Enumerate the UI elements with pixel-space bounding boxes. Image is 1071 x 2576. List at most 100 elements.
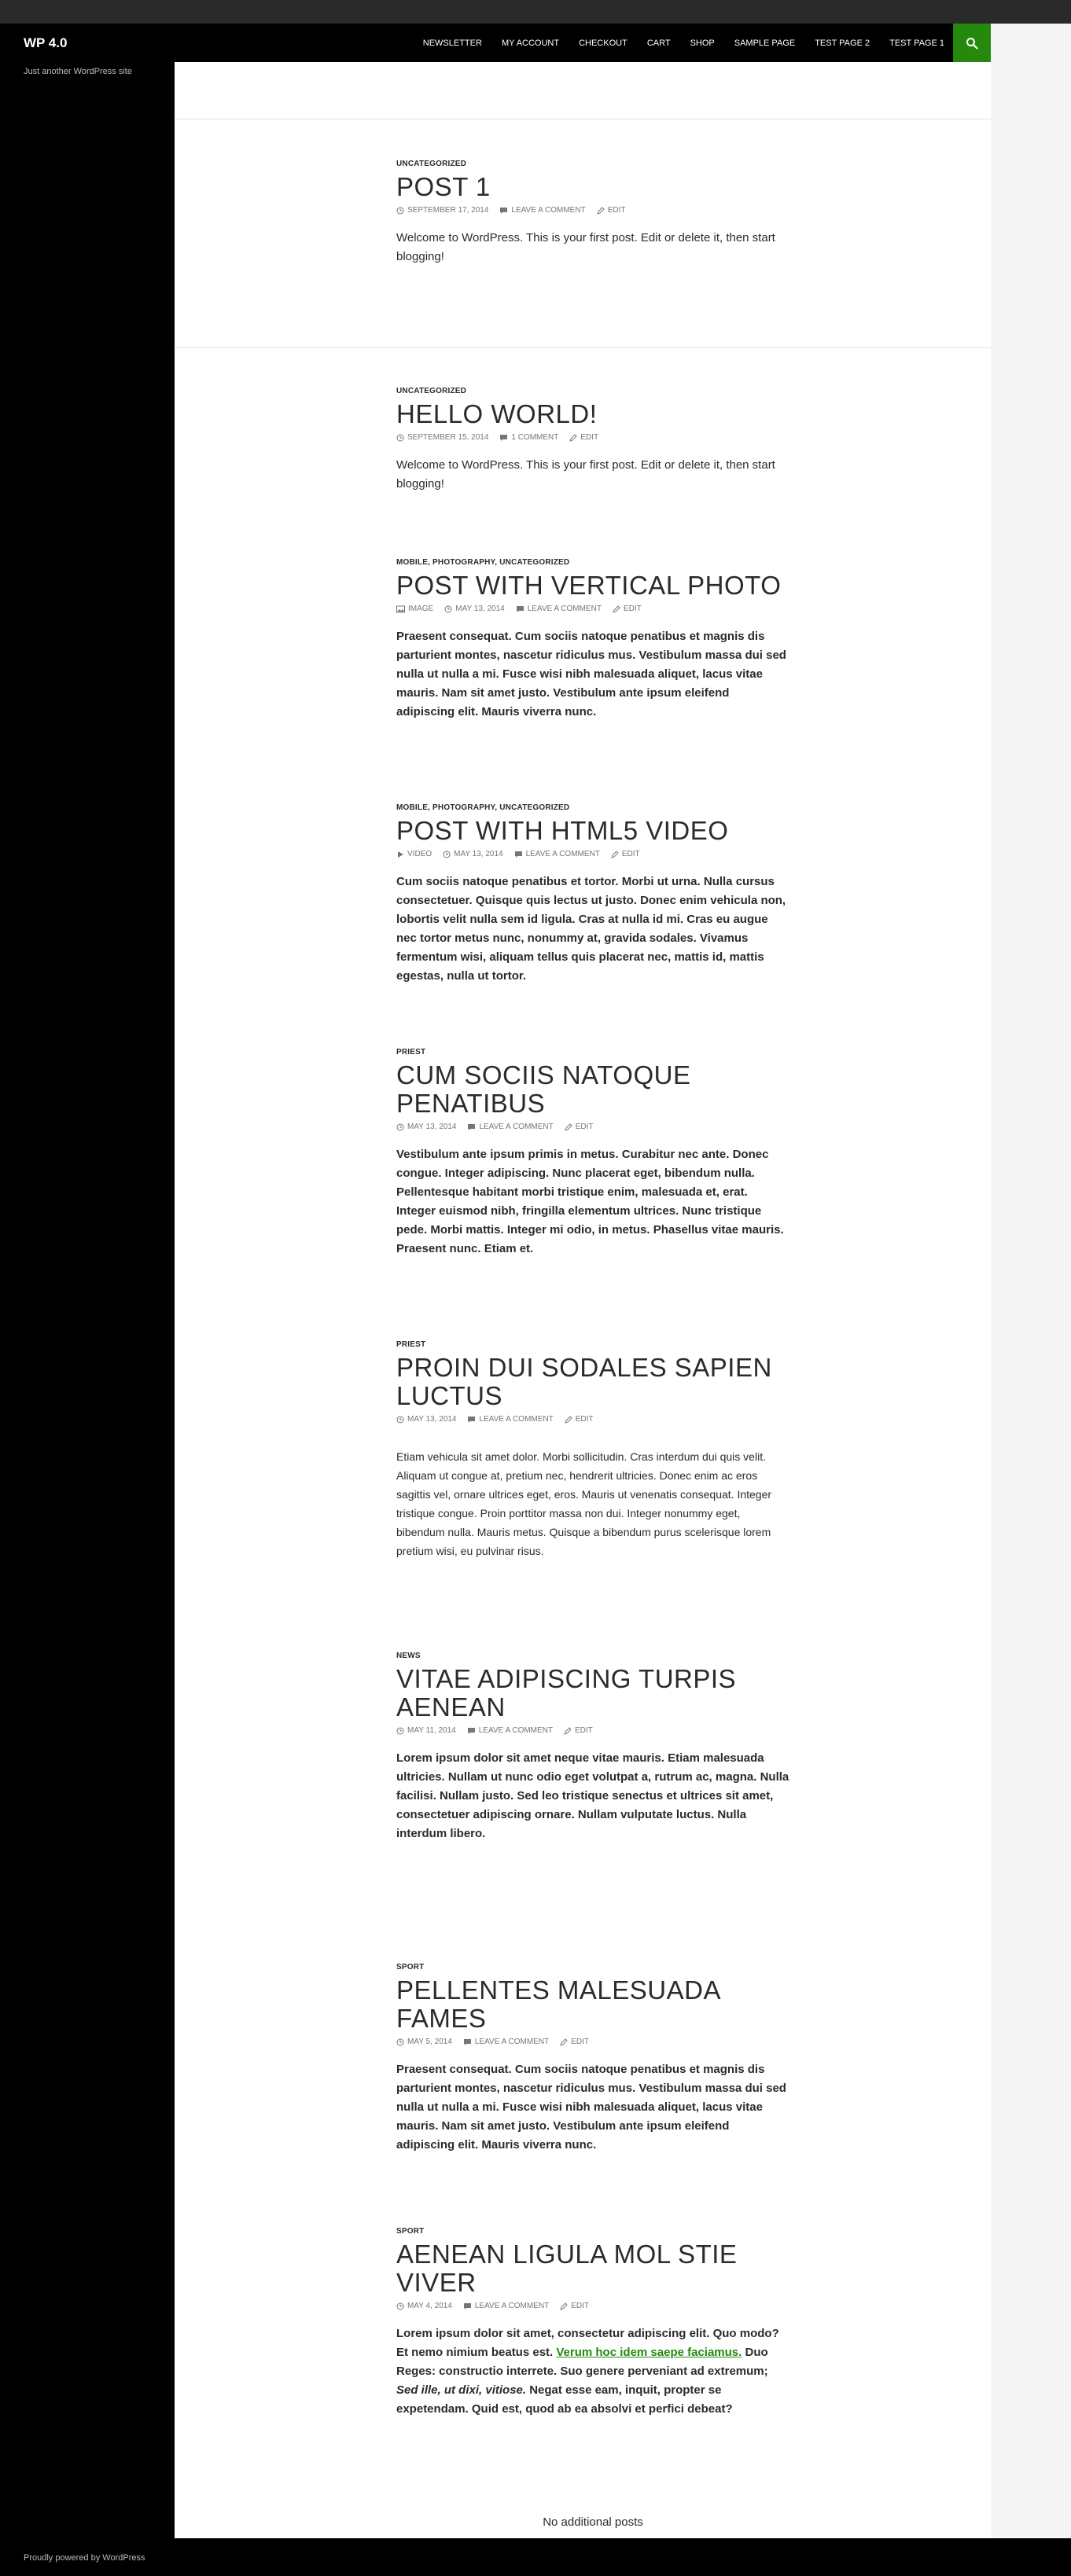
post-edit-text: EDIT xyxy=(623,604,642,613)
post-categories[interactable]: PRIEST xyxy=(396,1340,789,1349)
post-article: UNCATEGORIZED HELLO WORLD! SEPTEMBER 15,… xyxy=(396,387,789,494)
post-title[interactable]: PROIN DUI SODALES SAPIEN LUCTUS xyxy=(396,1354,789,1410)
post-excerpt: Lorem ipsum dolor sit amet neque vitae m… xyxy=(396,1751,789,1840)
post-categories[interactable]: UNCATEGORIZED xyxy=(396,387,789,395)
post-title[interactable]: POST WITH HTML5 VIDEO xyxy=(396,817,789,845)
clock-icon xyxy=(444,605,452,612)
post-date[interactable]: SEPTEMBER 15, 2014 xyxy=(396,433,488,442)
clock-icon xyxy=(396,1416,404,1423)
post-comments-link[interactable]: LEAVE A COMMENT xyxy=(516,604,602,613)
comment-icon xyxy=(467,1727,475,1734)
post-date-text: SEPTEMBER 17, 2014 xyxy=(407,206,489,215)
post-excerpt: Praesent consequat. Cum sociis natoque p… xyxy=(396,2063,786,2152)
post-meta: MAY 11, 2014 LEAVE A COMMENT EDIT xyxy=(396,1726,789,1735)
nav-test-page-1[interactable]: TEST PAGE 1 xyxy=(889,39,944,48)
search-toggle-button[interactable] xyxy=(953,24,991,62)
post-edit-text: EDIT xyxy=(575,1726,593,1735)
nav-my-account[interactable]: MY ACCOUNT xyxy=(502,39,559,48)
post-date[interactable]: MAY 5, 2014 xyxy=(396,2038,452,2046)
clock-icon xyxy=(396,207,404,214)
clock-icon xyxy=(396,2038,404,2045)
post-edit-link[interactable]: EDIT xyxy=(560,2302,589,2310)
post-title[interactable]: POST 1 xyxy=(396,173,789,201)
post-date[interactable]: MAY 13, 2014 xyxy=(443,850,503,858)
post-comments-text: LEAVE A COMMENT xyxy=(479,1123,554,1131)
post-article: PRIEST CUM SOCIIS NATOQUE PENATIBUS MAY … xyxy=(396,1048,789,1259)
pencil-icon xyxy=(560,2302,568,2310)
pencil-icon xyxy=(564,1123,572,1131)
post-comments-link[interactable]: 1 COMMENT xyxy=(499,433,558,442)
post-date[interactable]: MAY 4, 2014 xyxy=(396,2302,452,2310)
post-edit-link[interactable]: EDIT xyxy=(569,433,598,442)
post-format-link[interactable]: IMAGE xyxy=(396,604,433,613)
post-categories[interactable]: MOBILE, PHOTOGRAPHY, UNCATEGORIZED xyxy=(396,558,789,567)
excerpt-link[interactable]: Verum hoc idem saepe faciamus. xyxy=(556,2346,742,2359)
post-comments-link[interactable]: LEAVE A COMMENT xyxy=(467,1415,554,1424)
post-title[interactable]: AENEAN LIGULA MOL STIE VIVER xyxy=(396,2240,789,2297)
comment-icon xyxy=(468,1123,476,1130)
post-edit-text: EDIT xyxy=(621,850,640,858)
clock-icon xyxy=(443,851,451,858)
post-edit-link[interactable]: EDIT xyxy=(564,1415,594,1424)
post-comments-text: LEAVE A COMMENT xyxy=(478,1726,554,1735)
site-header: WP 4.0 NEWSLETTER MY ACCOUNT CHECKOUT CA… xyxy=(0,24,991,62)
site-title[interactable]: WP 4.0 xyxy=(24,35,67,51)
nav-shop[interactable]: SHOP xyxy=(690,39,715,48)
post-date[interactable]: MAY 13, 2014 xyxy=(396,1123,456,1131)
comment-icon xyxy=(514,851,522,858)
post-edit-link[interactable]: EDIT xyxy=(611,850,640,858)
post-title[interactable]: HELLO WORLD! xyxy=(396,400,789,428)
left-sidebar: Just another WordPress site xyxy=(0,62,175,2538)
image-icon xyxy=(396,605,405,612)
post-meta: SEPTEMBER 15, 2014 1 COMMENT EDIT xyxy=(396,433,789,442)
post-comments-link[interactable]: LEAVE A COMMENT xyxy=(463,2038,549,2046)
post-edit-text: EDIT xyxy=(575,1415,594,1424)
post-title[interactable]: POST WITH VERTICAL PHOTO xyxy=(396,571,789,600)
post-title[interactable]: VITAE ADIPISCING TURPIS AENEAN xyxy=(396,1665,789,1722)
comment-icon xyxy=(500,434,508,441)
post-categories[interactable]: MOBILE, PHOTOGRAPHY, UNCATEGORIZED xyxy=(396,803,789,812)
post-title[interactable]: PELLENTES MALESUADA FAMES xyxy=(396,1976,789,2033)
post-date[interactable]: MAY 13, 2014 xyxy=(444,604,505,613)
post-categories[interactable]: SPORT xyxy=(396,1963,789,1972)
post-date[interactable]: SEPTEMBER 17, 2014 xyxy=(396,206,488,215)
post-comments-link[interactable]: LEAVE A COMMENT xyxy=(467,1726,553,1735)
post-title[interactable]: CUM SOCIIS NATOQUE PENATIBUS xyxy=(396,1061,789,1118)
post-categories[interactable]: NEWS xyxy=(396,1652,789,1660)
post-date[interactable]: MAY 13, 2014 xyxy=(396,1415,456,1424)
comment-icon xyxy=(463,2038,471,2045)
pencil-icon xyxy=(613,604,620,613)
post-edit-link[interactable]: EDIT xyxy=(560,2038,589,2046)
search-icon xyxy=(966,37,978,50)
post-article: NEWS VITAE ADIPISCING TURPIS AENEAN MAY … xyxy=(396,1652,789,1843)
nav-sample-page[interactable]: SAMPLE PAGE xyxy=(734,39,795,48)
post-categories[interactable]: SPORT xyxy=(396,2227,789,2236)
post-comments-link[interactable]: LEAVE A COMMENT xyxy=(499,206,586,215)
post-comments-text: LEAVE A COMMENT xyxy=(525,850,600,858)
nav-test-page-2[interactable]: TEST PAGE 2 xyxy=(815,39,870,48)
post-comments-text: 1 COMMENT xyxy=(511,433,559,442)
post-categories[interactable]: PRIEST xyxy=(396,1048,789,1056)
footer-credit[interactable]: Proudly powered by WordPress xyxy=(24,2553,145,2563)
post-article: SPORT AENEAN LIGULA MOL STIE VIVER MAY 4… xyxy=(396,2227,789,2419)
pencil-icon xyxy=(596,206,605,215)
post-date-text: MAY 5, 2014 xyxy=(407,2038,452,2046)
comment-icon xyxy=(500,207,508,214)
post-date-text: MAY 13, 2014 xyxy=(407,1123,457,1131)
post-edit-link[interactable]: EDIT xyxy=(564,1726,593,1735)
comment-icon xyxy=(516,605,524,612)
post-format-link[interactable]: VIDEO xyxy=(396,850,432,858)
clock-icon xyxy=(396,2302,404,2310)
post-edit-link[interactable]: EDIT xyxy=(613,604,642,613)
nav-newsletter[interactable]: NEWSLETTER xyxy=(423,39,482,48)
nav-cart[interactable]: CART xyxy=(647,39,671,48)
post-comments-link[interactable]: LEAVE A COMMENT xyxy=(514,850,600,858)
nav-checkout[interactable]: CHECKOUT xyxy=(579,39,628,48)
pencil-icon xyxy=(569,433,578,442)
post-edit-link[interactable]: EDIT xyxy=(564,1123,594,1131)
post-edit-link[interactable]: EDIT xyxy=(596,206,625,215)
post-date[interactable]: MAY 11, 2014 xyxy=(396,1726,456,1735)
post-categories[interactable]: UNCATEGORIZED xyxy=(396,160,789,168)
post-comments-link[interactable]: LEAVE A COMMENT xyxy=(467,1123,554,1131)
post-comments-link[interactable]: LEAVE A COMMENT xyxy=(463,2302,549,2310)
